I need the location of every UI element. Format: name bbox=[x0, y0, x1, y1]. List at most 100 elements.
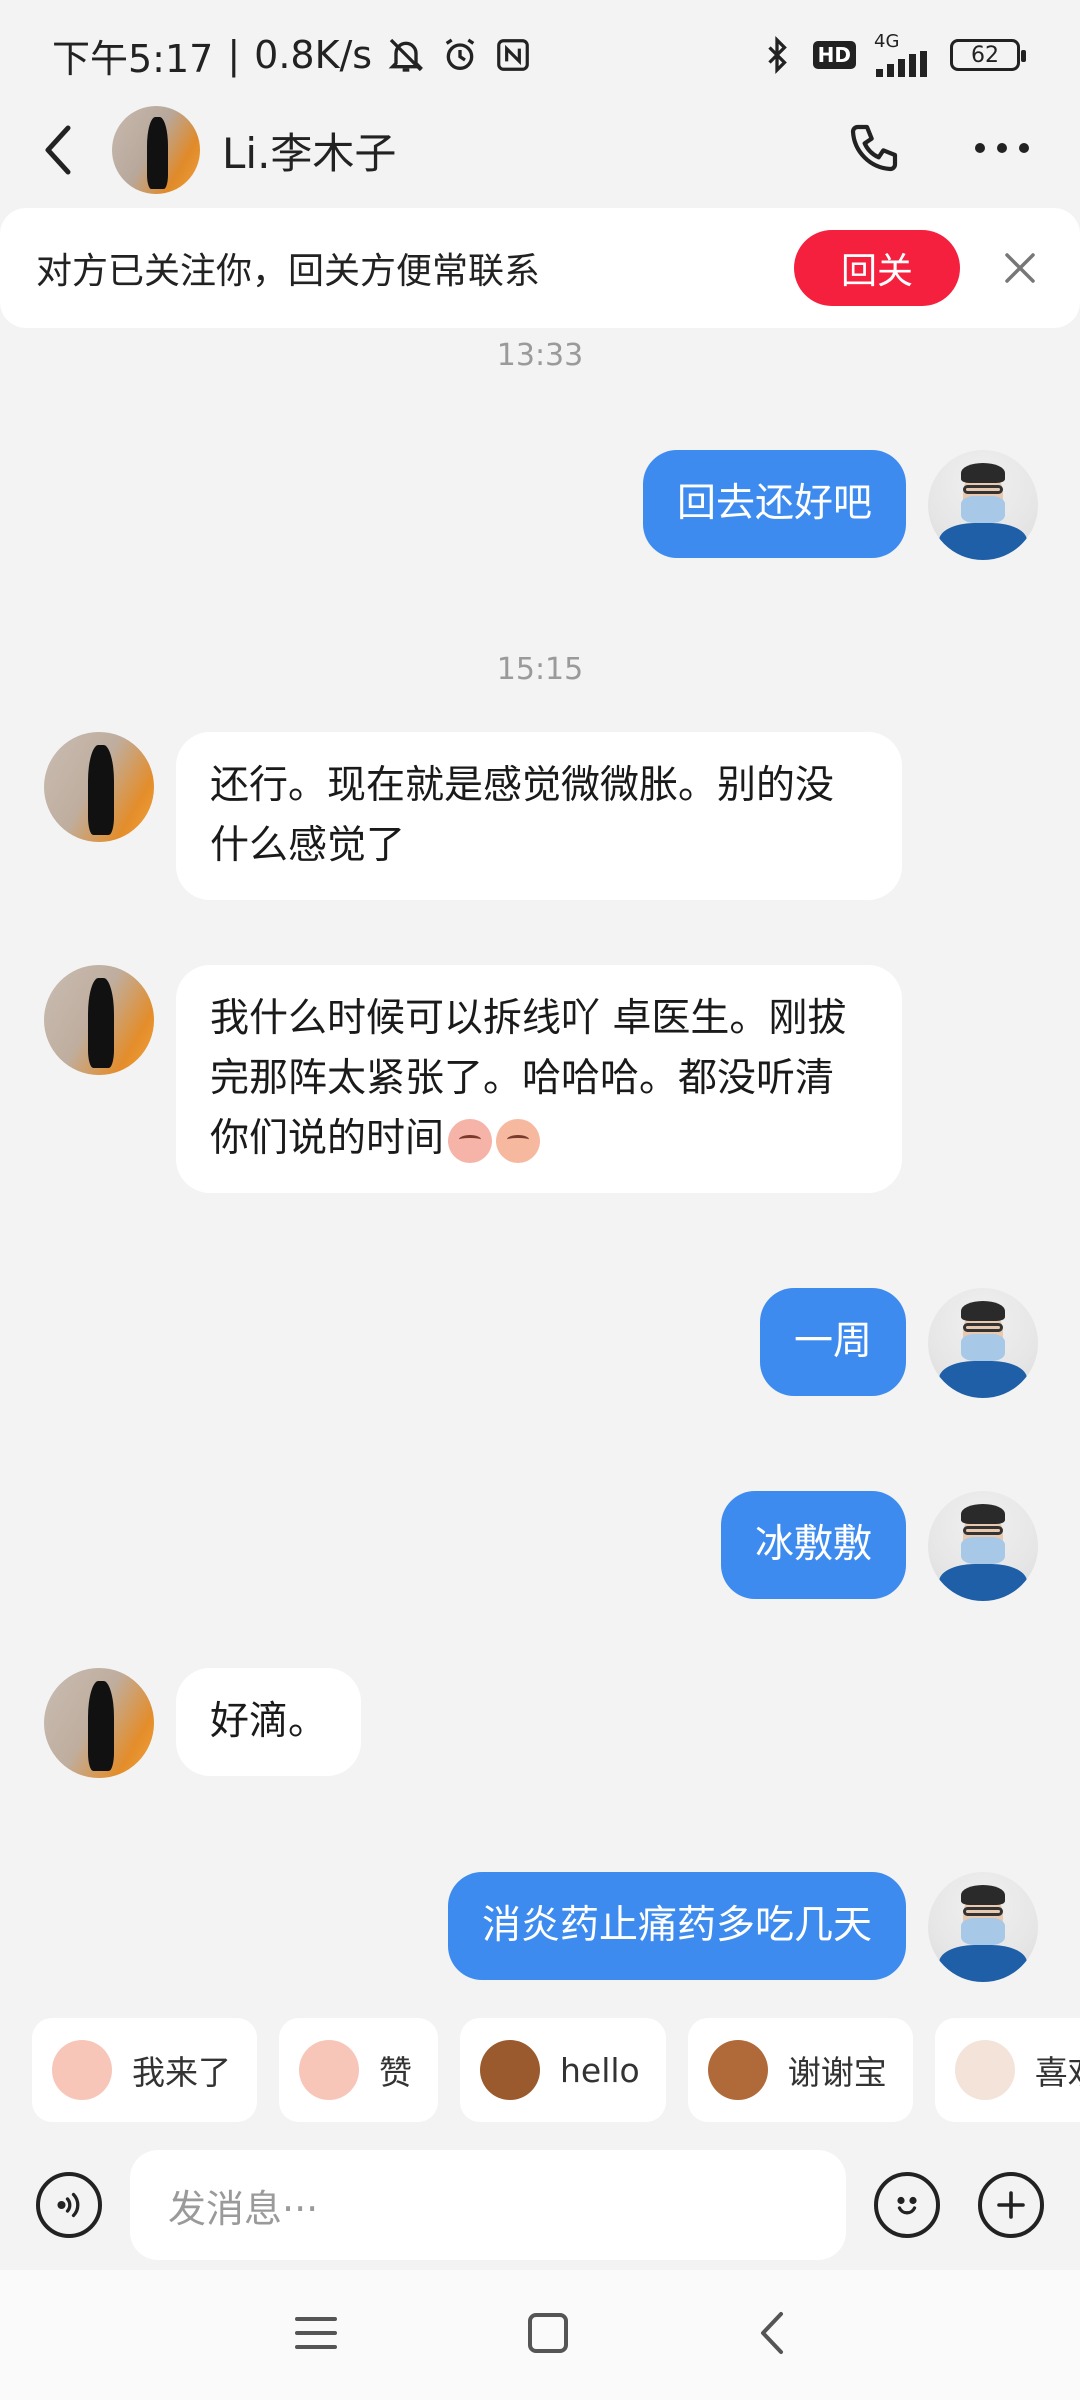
avatar-mask bbox=[961, 1334, 1005, 1361]
message-bubble[interactable]: 我什么时候可以拆线吖 卓医生。刚拔完那阵太紧张了。哈哈哈。都没听清你们说的时间 bbox=[176, 965, 902, 1193]
follow-banner-text: 对方已关注你，回关方便常联系 bbox=[36, 251, 541, 292]
contact-message-avatar[interactable] bbox=[44, 965, 154, 1075]
avatar-figure bbox=[88, 1681, 115, 1772]
input-actions bbox=[874, 2172, 1044, 2238]
contact-message-avatar[interactable] bbox=[44, 1668, 154, 1778]
mute-bell-icon bbox=[386, 35, 426, 75]
avatar-mask bbox=[961, 496, 1005, 523]
avatar-figure bbox=[88, 745, 115, 836]
timestamp: 15:15 bbox=[496, 652, 584, 687]
phone-icon bbox=[850, 124, 898, 172]
avatar-scrubs bbox=[939, 1944, 1027, 1982]
smiley-icon bbox=[897, 2196, 917, 2215]
menu-nav-button[interactable] bbox=[293, 2313, 339, 2357]
status-speed: 0.8K/s bbox=[254, 33, 373, 77]
my-avatar[interactable] bbox=[928, 1491, 1038, 1601]
timestamp: 13:33 bbox=[496, 338, 584, 373]
sticker-icon bbox=[707, 2040, 768, 2100]
signal-icon: 4G bbox=[874, 33, 932, 77]
avatar-glasses bbox=[963, 1907, 1003, 1916]
my-avatar[interactable] bbox=[928, 1872, 1038, 1982]
message-bubble[interactable]: 回去还好吧 bbox=[642, 450, 906, 558]
status-right: HD 4G 62 bbox=[759, 33, 1026, 77]
contact-avatar[interactable] bbox=[112, 106, 200, 194]
my-avatar[interactable] bbox=[928, 1288, 1038, 1398]
message-outgoing: 消炎药止痛药多吃几天 bbox=[447, 1872, 1038, 1982]
message-outgoing: 回去还好吧 bbox=[642, 450, 1038, 560]
alarm-icon bbox=[440, 35, 480, 75]
back-nav-button[interactable] bbox=[757, 2310, 787, 2360]
battery-icon: 62 bbox=[950, 39, 1026, 71]
sticker-label: 我来了 bbox=[132, 2053, 231, 2092]
message-bubble[interactable]: 消炎药止痛药多吃几天 bbox=[447, 1872, 906, 1980]
status-time: 下午5:17 bbox=[52, 36, 214, 81]
avatar-hair bbox=[961, 463, 1005, 483]
hd-icon: HD bbox=[812, 41, 856, 69]
more-icon bbox=[975, 143, 1029, 153]
back-icon bbox=[45, 125, 71, 175]
quick-sticker-chip[interactable]: 我来了 bbox=[32, 2018, 257, 2122]
message-bubble[interactable]: 冰敷敷 bbox=[720, 1491, 906, 1599]
quick-sticker-chip[interactable]: hello bbox=[460, 2018, 666, 2122]
avatar-mask bbox=[961, 1918, 1005, 1945]
quick-sticker-chip[interactable]: 喜欢 bbox=[934, 2018, 1080, 2122]
close-banner-button[interactable] bbox=[996, 244, 1044, 292]
voice-button[interactable] bbox=[36, 2172, 102, 2238]
message-input-bar: 发消息··· bbox=[0, 2140, 1080, 2270]
avatar-hair bbox=[961, 1885, 1005, 1905]
message-incoming: 还行。现在就是感觉微微胀。别的没什么感觉了 bbox=[44, 732, 902, 900]
plus-icon bbox=[997, 2191, 1025, 2219]
phone-button[interactable] bbox=[846, 120, 902, 180]
status-divider: | bbox=[227, 33, 241, 77]
back-nav-icon bbox=[760, 2312, 783, 2354]
home-square-icon bbox=[527, 2313, 568, 2353]
message-incoming: 我什么时候可以拆线吖 卓医生。刚拔完那阵太紧张了。哈哈哈。都没听清你们说的时间 bbox=[44, 965, 902, 1193]
monkey-sticker-icon bbox=[480, 2040, 540, 2100]
avatar-figure bbox=[147, 116, 169, 189]
avatar-scrubs bbox=[939, 522, 1027, 560]
avatar-figure bbox=[88, 978, 115, 1069]
contact-name[interactable]: Li.李木子 bbox=[222, 120, 846, 181]
emoji-button[interactable] bbox=[874, 2172, 940, 2238]
sticker-label: hello bbox=[560, 2050, 640, 2090]
back-button[interactable] bbox=[40, 120, 90, 180]
avatar-mask bbox=[961, 1537, 1005, 1564]
battery-level: 62 bbox=[971, 42, 999, 68]
message-bubble[interactable]: 好滴。 bbox=[176, 1668, 362, 1776]
avatar-hair bbox=[961, 1504, 1005, 1524]
quick-sticker-chip[interactable]: 赞 bbox=[279, 2018, 438, 2122]
add-button[interactable] bbox=[978, 2172, 1044, 2238]
sticker-label: 赞 bbox=[379, 2053, 412, 2092]
follow-banner: 对方已关注你，回关方便常联系 回关 bbox=[0, 208, 1080, 328]
contact-message-avatar[interactable] bbox=[44, 732, 154, 842]
quick-sticker-chip[interactable]: 谢谢宝 bbox=[687, 2018, 913, 2122]
home-nav-button[interactable] bbox=[526, 2311, 570, 2359]
follow-back-button[interactable]: 回关 bbox=[794, 230, 960, 306]
header-actions bbox=[846, 120, 1032, 180]
quick-sticker-row: 我来了 赞 hello 谢谢宝 喜欢 bbox=[0, 2000, 1080, 2140]
sticker-icon bbox=[299, 2040, 359, 2100]
chat-header: Li.李木子 bbox=[0, 100, 1080, 200]
sad-emoji-icon bbox=[448, 1118, 493, 1163]
more-button[interactable] bbox=[972, 138, 1032, 162]
message-bubble[interactable]: 一周 bbox=[759, 1288, 906, 1396]
network-label: 4G bbox=[874, 31, 900, 52]
bluetooth-icon bbox=[759, 35, 795, 75]
message-incoming: 好滴。 bbox=[44, 1668, 362, 1778]
my-avatar[interactable] bbox=[928, 450, 1038, 560]
avatar-glasses bbox=[963, 485, 1003, 494]
close-icon bbox=[1005, 253, 1035, 283]
hd-label: HD bbox=[812, 41, 856, 69]
message-outgoing: 冰敷敷 bbox=[720, 1491, 1038, 1601]
message-outgoing: 一周 bbox=[759, 1288, 1038, 1398]
sticker-label: 谢谢宝 bbox=[787, 2053, 887, 2092]
avatar-glasses bbox=[963, 1323, 1003, 1332]
message-input[interactable]: 发消息··· bbox=[130, 2150, 846, 2260]
system-nav-bar bbox=[0, 2270, 1080, 2400]
crying-emoji-icon bbox=[496, 1118, 541, 1163]
status-bar: 下午5:17 | 0.8K/s HD 4G 62 bbox=[0, 0, 1080, 110]
avatar-scrubs bbox=[939, 1563, 1027, 1601]
avatar-glasses bbox=[963, 1526, 1003, 1535]
message-bubble[interactable]: 还行。现在就是感觉微微胀。别的没什么感觉了 bbox=[176, 732, 902, 900]
avatar-hair bbox=[961, 1301, 1005, 1321]
